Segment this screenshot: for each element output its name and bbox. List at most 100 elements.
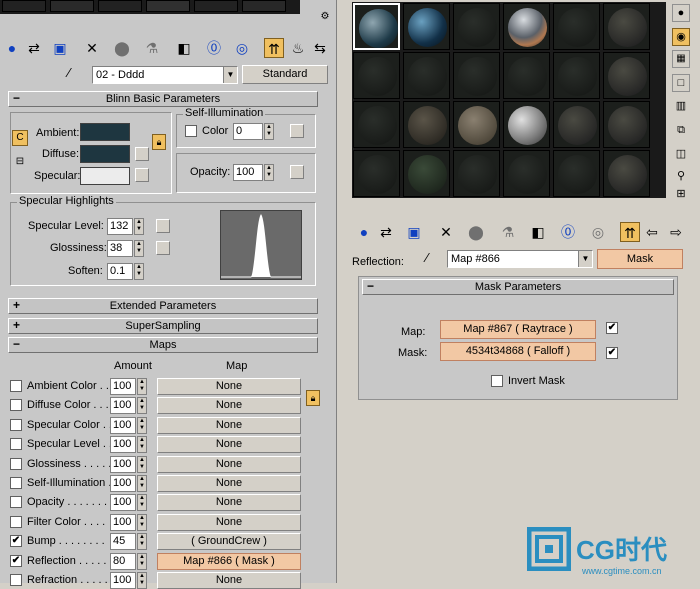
spinner-arrows[interactable]: ▲ ▼ bbox=[137, 475, 147, 492]
sample-slot[interactable] bbox=[603, 101, 650, 148]
show-map-icon[interactable]: ⓪ bbox=[204, 38, 224, 58]
glossiness-map-button[interactable] bbox=[156, 241, 170, 255]
mask-enabled-checkbox[interactable]: ✔ bbox=[606, 347, 618, 359]
spinner-arrows[interactable]: ▲ ▼ bbox=[137, 553, 147, 570]
specular-level-value[interactable]: 132 bbox=[107, 218, 133, 235]
sample-slot[interactable] bbox=[503, 101, 550, 148]
map-type-button[interactable]: Mask bbox=[597, 249, 683, 269]
specular-level-map-button[interactable] bbox=[156, 219, 170, 233]
map-slot-button[interactable]: ( GroundCrew ) bbox=[157, 533, 301, 550]
spinner-arrows[interactable]: ▲ ▼ bbox=[134, 218, 144, 235]
supersampling-rollout-header[interactable]: + SuperSampling bbox=[8, 318, 318, 334]
self-illum-map-button[interactable] bbox=[290, 124, 304, 138]
map-slot-button[interactable]: None bbox=[157, 475, 301, 492]
map-enable-checkbox[interactable] bbox=[10, 380, 22, 392]
put-material-icon[interactable]: ⇄ bbox=[376, 222, 396, 242]
material-options-icon[interactable]: ◫ bbox=[672, 146, 690, 164]
material-id-icon[interactable]: ◧ bbox=[528, 222, 548, 242]
sample-slot[interactable] bbox=[353, 52, 400, 99]
spinner-arrows[interactable]: ▲ ▼ bbox=[137, 533, 147, 550]
spinner-arrows[interactable]: ▲ ▼ bbox=[137, 397, 147, 414]
go-parent-icon[interactable]: ⇈ bbox=[620, 222, 640, 242]
map-slot-button[interactable]: None bbox=[157, 514, 301, 531]
sample-slot[interactable] bbox=[603, 150, 650, 197]
delete-icon[interactable]: ✕ bbox=[436, 222, 456, 242]
spinner-arrows[interactable]: ▲ ▼ bbox=[137, 436, 147, 453]
map-amount-value[interactable]: 45 bbox=[110, 533, 136, 550]
material-type-button[interactable]: Standard bbox=[242, 65, 328, 84]
map-amount-value[interactable]: 100 bbox=[110, 475, 136, 492]
mask-mask-button[interactable]: 4534t34868 ( Falloff ) bbox=[440, 342, 596, 361]
sample-slot[interactable] bbox=[403, 3, 450, 50]
put-material-icon[interactable]: ⇄ bbox=[24, 38, 44, 58]
sample-slot[interactable] bbox=[194, 0, 238, 12]
sample-slot[interactable] bbox=[503, 3, 550, 50]
spinner-arrows[interactable]: ▲ ▼ bbox=[264, 164, 274, 181]
extended-rollout-header[interactable]: + Extended Parameters bbox=[8, 298, 318, 314]
specular-swatch[interactable] bbox=[80, 167, 130, 185]
sample-slot[interactable] bbox=[553, 150, 600, 197]
sample-slot[interactable] bbox=[353, 101, 400, 148]
specular-map-button[interactable] bbox=[135, 168, 149, 182]
map-amount-value[interactable]: 100 bbox=[110, 572, 136, 589]
assign-material-icon[interactable]: ▣ bbox=[50, 38, 70, 58]
navigate-icon[interactable]: ⇆ bbox=[310, 38, 330, 58]
sample-slot[interactable] bbox=[353, 3, 400, 50]
map-enabled-checkbox[interactable]: ✔ bbox=[606, 322, 618, 334]
map-slot-button[interactable]: None bbox=[157, 417, 301, 434]
sample-slot[interactable] bbox=[553, 3, 600, 50]
sample-slot[interactable] bbox=[603, 3, 650, 50]
lock-icon[interactable]: 🔒︎ bbox=[152, 134, 166, 150]
map-enable-checkbox[interactable] bbox=[10, 574, 22, 586]
sample-slot[interactable] bbox=[353, 150, 400, 197]
sample-slot[interactable] bbox=[2, 0, 46, 12]
sample-slot[interactable] bbox=[453, 101, 500, 148]
map-slot-button[interactable]: None bbox=[157, 572, 301, 589]
go-parent-icon[interactable]: ⇈ bbox=[264, 38, 284, 58]
map-enable-checkbox[interactable] bbox=[10, 516, 22, 528]
map-slot-button[interactable]: None bbox=[157, 397, 301, 414]
spinner-arrows[interactable]: ▲ ▼ bbox=[137, 494, 147, 511]
get-material-icon[interactable]: ● bbox=[2, 38, 22, 58]
map-enable-checkbox[interactable] bbox=[10, 477, 22, 489]
self-illum-value[interactable]: 0 bbox=[233, 123, 263, 140]
map-slot-button[interactable]: None bbox=[157, 494, 301, 511]
map-amount-value[interactable]: 100 bbox=[110, 378, 136, 395]
options-icon[interactable]: ⚙ bbox=[318, 10, 332, 24]
soften-value[interactable]: 0.1 bbox=[107, 263, 133, 280]
map-slot-button[interactable]: None bbox=[157, 456, 301, 473]
map-enable-checkbox[interactable] bbox=[10, 458, 22, 470]
sample-type-icon[interactable]: ● bbox=[672, 4, 690, 22]
video-color-check-icon[interactable]: ▥ bbox=[672, 98, 690, 116]
diffuse-swatch[interactable] bbox=[80, 145, 130, 163]
invert-mask-checkbox[interactable] bbox=[491, 375, 503, 387]
go-forward-icon[interactable]: ⇦ bbox=[642, 222, 662, 242]
sample-slot[interactable] bbox=[242, 0, 286, 12]
pick-material-icon[interactable]: ⁄ bbox=[68, 65, 84, 81]
map-enable-checkbox[interactable] bbox=[10, 438, 22, 450]
spinner-arrows[interactable]: ▲ ▼ bbox=[137, 572, 147, 589]
map-enable-checkbox[interactable] bbox=[10, 399, 22, 411]
mask-map-button[interactable]: Map #867 ( Raytrace ) bbox=[440, 320, 596, 339]
spinner-arrows[interactable]: ▲ ▼ bbox=[264, 123, 274, 140]
pick-material-icon[interactable]: ⁄ bbox=[426, 250, 442, 266]
map-amount-value[interactable]: 100 bbox=[110, 436, 136, 453]
diffuse-map-button[interactable] bbox=[135, 147, 149, 161]
go-sibling-icon[interactable]: ♨ bbox=[288, 38, 308, 58]
material-name-field[interactable]: 02 - Dddd ▼ bbox=[92, 66, 238, 84]
map-amount-value[interactable]: 100 bbox=[110, 494, 136, 511]
material-navigator-icon[interactable]: ⊞ bbox=[672, 186, 690, 204]
sample-slot[interactable] bbox=[553, 101, 600, 148]
map-amount-value[interactable]: 100 bbox=[110, 397, 136, 414]
sample-slot[interactable] bbox=[603, 52, 650, 99]
make-unique-icon[interactable]: ⬤ bbox=[466, 222, 486, 242]
map-slot-button[interactable]: None bbox=[157, 378, 301, 395]
map-name-field[interactable]: Map #866 ▼ bbox=[447, 250, 593, 268]
put-library-icon[interactable]: ⚗ bbox=[498, 222, 518, 242]
spinner-arrows[interactable]: ▲ ▼ bbox=[137, 378, 147, 395]
make-unique-icon[interactable]: ⬤ bbox=[112, 38, 132, 58]
ambient-swatch[interactable] bbox=[80, 123, 130, 141]
show-end-result-icon[interactable]: ◎ bbox=[588, 222, 608, 242]
chevron-down-icon[interactable]: ▼ bbox=[223, 67, 237, 83]
chevron-down-icon[interactable]: ▼ bbox=[578, 251, 592, 267]
